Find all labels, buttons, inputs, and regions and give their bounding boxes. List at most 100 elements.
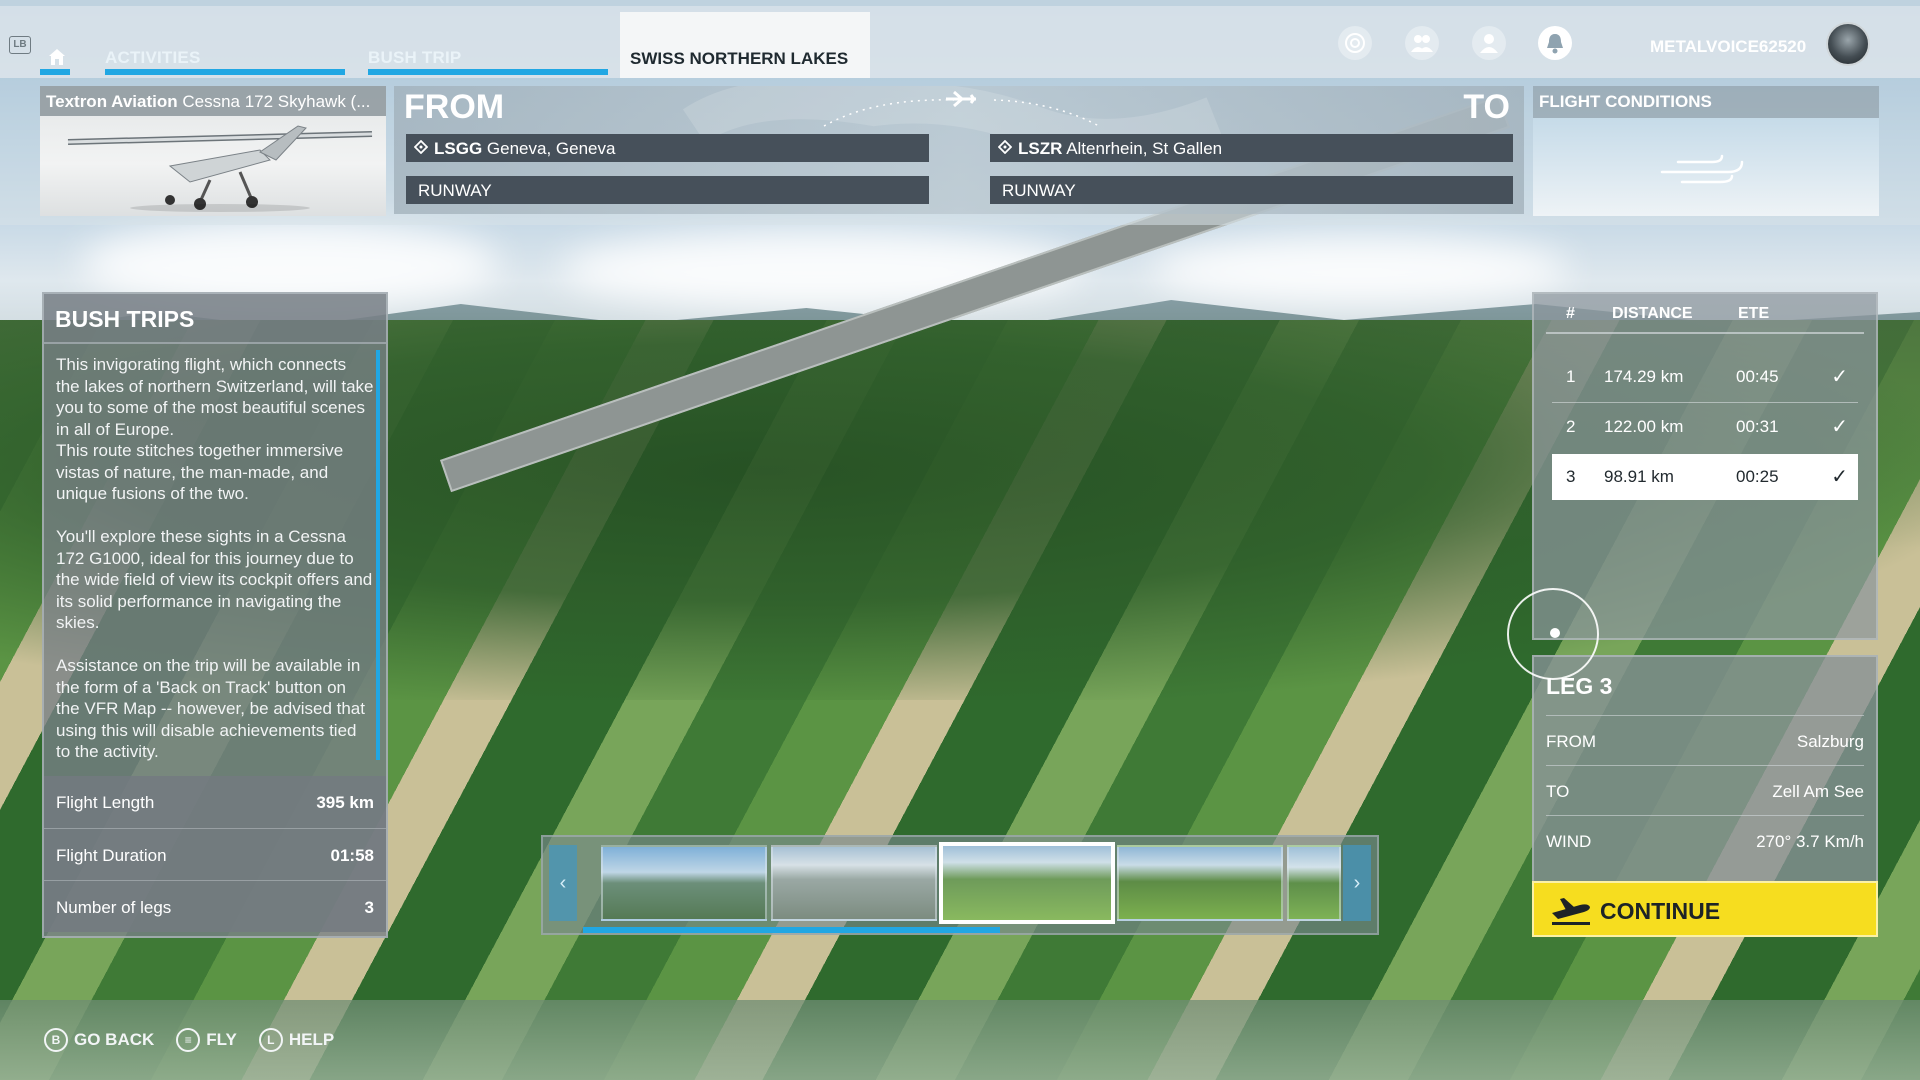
username[interactable]: METALVOICE62520 [1650, 37, 1806, 57]
bush-trips-title: BUSH TRIPS [44, 294, 386, 344]
carousel-prev-button[interactable]: ‹ [549, 845, 577, 921]
departure-runway-field[interactable]: RUNWAY [406, 176, 929, 204]
carousel-thumbnail-3-selected[interactable] [939, 842, 1115, 924]
stat-label: Flight Length [56, 793, 155, 812]
stat-label: Flight Duration [56, 846, 167, 865]
stat-value: 3 [364, 898, 374, 917]
continue-label: CONTINUE [1600, 898, 1721, 924]
tab-underline [368, 69, 608, 75]
aircraft-model: Cessna 172 Skyhawk (... [182, 92, 371, 111]
tab-activities[interactable]: ACTIVITIES [105, 12, 345, 78]
arrival-runway-field[interactable]: RUNWAY [990, 176, 1513, 204]
fly-button[interactable]: ≡ FLY [176, 1028, 237, 1052]
detail-value: Salzburg [1796, 732, 1864, 751]
tab-bush-trip[interactable]: BUSH TRIP [368, 12, 608, 78]
leg-ete: 00:45 [1736, 367, 1779, 386]
from-label: FROM [404, 88, 505, 126]
stat-value: 01:58 [330, 846, 374, 865]
bush-trip-description[interactable]: This invigorating flight, which connects… [56, 354, 374, 766]
leg-detail-panel: LEG 3 FROM Salzburg TO Zell Am See WIND … [1532, 655, 1878, 883]
leg-distance: 174.29 km [1604, 367, 1684, 386]
leg-detail-to: TO Zell Am See [1546, 765, 1864, 815]
location-pin-icon [997, 139, 1013, 159]
help-button[interactable]: L HELP [258, 1028, 335, 1052]
tab-home[interactable] [40, 12, 70, 78]
leg-detail-wind: WIND 270° 3.7 Km/h [1546, 815, 1864, 865]
arrival-name: Altenrhein, St Gallen [1066, 139, 1223, 158]
avatar[interactable] [1826, 22, 1870, 66]
row-divider [1552, 402, 1858, 403]
column-header-number: # [1566, 305, 1575, 322]
route-panel: FROM TO LSGG Geneva, Geneva RUNWAY LSZR … [394, 86, 1524, 214]
to-label: TO [1463, 88, 1510, 126]
achievements-icon[interactable] [1338, 26, 1372, 60]
aircraft-brand: Textron Aviation [46, 92, 178, 111]
left-stick-icon: L [258, 1028, 283, 1052]
tab-underline [105, 69, 345, 75]
leg-detail-from: FROM Salzburg [1546, 715, 1864, 765]
leg-ete: 00:31 [1736, 417, 1779, 436]
leg-distance: 122.00 km [1604, 417, 1684, 436]
friends-icon[interactable] [1405, 26, 1439, 60]
flight-conditions-title: FLIGHT CONDITIONS [1533, 86, 1879, 118]
check-icon: ✓ [1831, 366, 1848, 388]
leg-number: 2 [1566, 417, 1576, 436]
leg-row-3[interactable]: 3 98.91 km 00:25 ✓ [1552, 454, 1858, 500]
description-scrollbar[interactable] [376, 350, 380, 760]
detail-value: Zell Am See [1772, 782, 1864, 801]
legs-table: # DISTANCE ETE 1 174.29 km 00:45 ✓ 2 122… [1532, 292, 1878, 640]
chevron-right-icon: › [1353, 871, 1361, 894]
tab-label: ACTIVITIES [105, 48, 201, 67]
departure-icao: LSGG [434, 139, 483, 158]
flight-conditions-card[interactable]: FLIGHT CONDITIONS [1533, 86, 1879, 216]
profile-icon[interactable] [1472, 26, 1506, 60]
cloud [1150, 235, 1570, 305]
home-icon [49, 49, 65, 65]
hint-label: FLY [206, 1030, 237, 1049]
leg-row-2[interactable]: 2 122.00 km 00:31 ✓ [1552, 404, 1858, 450]
detail-label: FROM [1546, 732, 1597, 751]
top-navigation-bar: LB ACTIVITIES BUSH TRIP SWISS NORTHERN L… [0, 0, 1920, 78]
check-icon: ✓ [1831, 466, 1848, 488]
continue-button[interactable]: CONTINUE [1532, 881, 1878, 937]
stat-flight-duration: Flight Duration 01:58 [44, 828, 386, 880]
notifications-bell-icon[interactable] [1538, 26, 1572, 60]
controller-hints-bar: B GO BACK ≡ FLY L HELP [44, 1024, 356, 1056]
cessna-aircraft-image [67, 125, 373, 212]
stat-label: Number of legs [56, 898, 172, 917]
legs-table-header: # DISTANCE ETE [1546, 294, 1864, 334]
hint-label: HELP [288, 1030, 335, 1049]
aircraft-selector-card[interactable]: Textron Aviation Cessna 172 Skyhawk (... [40, 86, 386, 216]
stat-number-of-legs: Number of legs 3 [44, 880, 386, 932]
screenshot-carousel: ‹ › [541, 835, 1379, 935]
detail-value: 270° 3.7 Km/h [1756, 832, 1864, 851]
carousel-thumbnail-4[interactable] [1117, 845, 1283, 921]
check-icon: ✓ [1831, 416, 1848, 438]
leg-ete: 00:25 [1736, 467, 1779, 486]
airplane-icon [946, 90, 976, 108]
tab-label: SWISS NORTHERN LAKES [630, 49, 849, 68]
arrival-icao: LSZR [1018, 139, 1063, 158]
column-header-ete: ETE [1738, 305, 1770, 322]
carousel-thumbnail-1[interactable] [601, 845, 767, 921]
tab-swiss-northern-lakes[interactable]: SWISS NORTHERN LAKES [620, 12, 870, 78]
departure-airport-field[interactable]: LSGG Geneva, Geneva [406, 134, 929, 162]
carousel-next-button[interactable]: › [1343, 845, 1371, 921]
carousel-thumbnail-5[interactable] [1287, 845, 1341, 921]
detail-label: TO [1546, 782, 1570, 801]
arrival-airport-field[interactable]: LSZR Altenrhein, St Gallen [990, 134, 1513, 162]
location-pin-icon [413, 139, 429, 159]
gamepad-cursor-dot [1550, 628, 1560, 638]
column-header-distance: DISTANCE [1612, 305, 1693, 322]
carousel-scroll-indicator [583, 927, 1000, 933]
aircraft-name: Textron Aviation Cessna 172 Skyhawk (... [40, 86, 386, 116]
leg-distance: 98.91 km [1604, 467, 1674, 486]
takeoff-icon [1552, 898, 1590, 925]
carousel-thumbnail-2[interactable] [771, 845, 937, 921]
leg-row-1[interactable]: 1 174.29 km 00:45 ✓ [1552, 354, 1858, 400]
stat-flight-length: Flight Length 395 km [44, 776, 386, 828]
lb-bumper-icon: LB [9, 36, 31, 54]
bush-trips-panel: BUSH TRIPS This invigorating flight, whi… [42, 292, 388, 938]
go-back-button[interactable]: B GO BACK [44, 1028, 154, 1052]
tab-label: BUSH TRIP [368, 48, 462, 67]
